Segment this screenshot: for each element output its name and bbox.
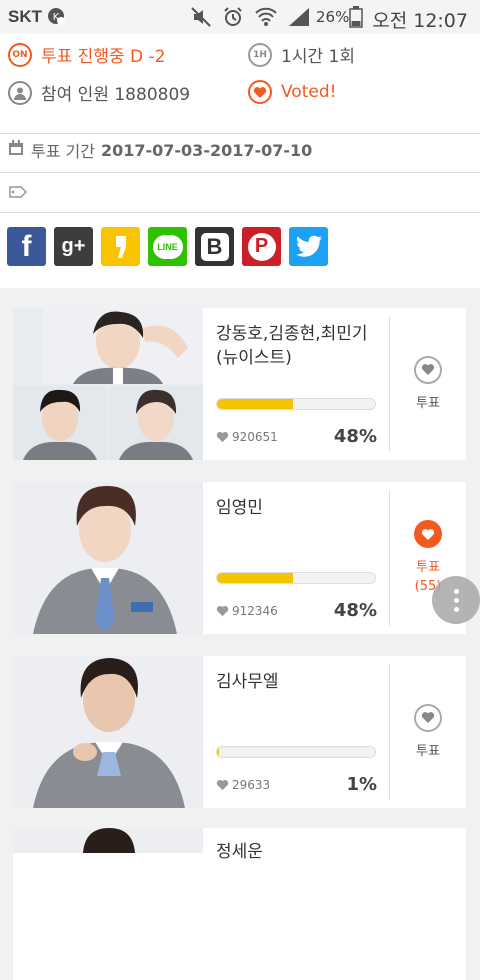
band-icon-label: B (206, 233, 223, 259)
divider (0, 212, 480, 213)
vote-button-label: 투표 (416, 742, 440, 761)
dot-icon (453, 588, 459, 594)
candidate-photo (13, 828, 203, 980)
vote-period-label: 투표 기간 (31, 142, 95, 161)
voted-text: Voted! (281, 82, 337, 102)
notification-icon: K (46, 6, 66, 31)
mute-icon (190, 6, 212, 33)
vote-label: 투표 (416, 560, 440, 575)
on-icon: ON (8, 42, 32, 67)
battery-icon (349, 6, 363, 33)
participant-count: 참여 인원 1880809 (8, 80, 190, 105)
vote-progress-bar (216, 572, 376, 584)
vote-progress-fill (217, 747, 219, 757)
line-icon: LINE (152, 234, 183, 259)
vote-label: 투표 (416, 743, 440, 759)
vote-label: 투표 (416, 395, 440, 411)
vote-period: 투표 기간 2017-07-03-2017-07-10 (8, 138, 312, 162)
vote-count: 920651 (216, 430, 278, 444)
svg-text:K: K (53, 12, 60, 23)
more-options-button[interactable] (432, 576, 480, 624)
candidate-card: 정세운 (13, 828, 466, 980)
divider (0, 172, 480, 173)
vote-count-text: 29633 (232, 778, 271, 792)
candidate-card: 임영민 912346 48% 투표 (55) (13, 482, 466, 634)
candidate-card: 강동호,김종현,최민기(뉴이스트) 920651 48% 투표 (13, 308, 466, 460)
vote-count-text: 912346 (232, 604, 278, 618)
vote-status: ON 투표 진행중 D -2 (8, 42, 165, 67)
candidate-card: 김사무엘 29633 1% 투표 (13, 656, 466, 808)
vote-info-panel: ON 투표 진행중 D -2 1H 1시간 1회 참여 인원 1880809 V… (0, 34, 480, 288)
kakaostory-icon (115, 235, 126, 258)
dot-icon (453, 597, 459, 603)
vote-progress-fill (217, 399, 293, 409)
pinterest-icon: P (247, 232, 276, 261)
pinterest-icon-label: P (254, 235, 269, 257)
band-icon: B (200, 232, 229, 261)
battery-percent: 26% (316, 8, 350, 26)
vote-count-text: 920651 (232, 430, 278, 444)
candidate-name: 강동호,김종현,최민기(뉴이스트) (216, 324, 368, 368)
vote-period-value: 2017-07-03-2017-07-10 (100, 140, 313, 160)
vote-count: 912346 (216, 604, 278, 618)
candidate-name: 정세운 (216, 842, 263, 862)
carrier-label: SKT (8, 7, 42, 26)
google-plus-share-button[interactable]: g+ (54, 227, 93, 266)
alarm-icon (222, 6, 244, 33)
candidate-photo (13, 656, 203, 808)
twitter-share-button[interactable] (289, 227, 328, 266)
vote-limit-text: 1시간 1회 (281, 47, 355, 67)
facebook-share-button[interactable]: f (7, 227, 46, 266)
dot-icon (453, 606, 459, 612)
signal-icon (287, 6, 311, 33)
divider (0, 133, 480, 134)
heart-icon (216, 606, 229, 617)
calendar-icon (8, 140, 24, 160)
candidate-photo (13, 482, 203, 634)
candidate-name: 임영민 (216, 498, 263, 518)
status-bar: SKT K 26% 오전 12:07 (0, 0, 480, 34)
share-buttons: f g+ LINE B P (7, 227, 328, 266)
heart-icon (248, 80, 272, 104)
heart-icon (216, 432, 229, 443)
pinterest-share-button[interactable]: P (242, 227, 281, 266)
vote-percent: 1% (346, 774, 377, 795)
vote-progress-fill (217, 573, 293, 583)
participant-count-text: 참여 인원 1880809 (41, 85, 191, 105)
vote-percent: 48% (333, 600, 377, 621)
vote-button-label: 투표 (416, 394, 440, 413)
vote-button[interactable]: 투표 (390, 308, 466, 460)
person-icon (8, 80, 32, 105)
line-share-button[interactable]: LINE (148, 227, 187, 266)
vote-status-text: 투표 진행중 D -2 (41, 47, 166, 67)
kakaostory-share-button[interactable] (101, 227, 140, 266)
tag-icon (8, 184, 28, 204)
google-plus-icon: g+ (61, 235, 86, 257)
band-share-button[interactable]: B (195, 227, 234, 266)
hour-icon: 1H (248, 42, 272, 67)
twitter-icon (295, 235, 322, 257)
facebook-icon: f (21, 229, 32, 263)
heart-icon (414, 703, 442, 732)
vote-limit: 1H 1시간 1회 (248, 42, 355, 67)
vote-button[interactable]: 투표 (390, 656, 466, 808)
wifi-icon (254, 6, 278, 33)
voted-status: Voted! (248, 80, 336, 104)
vote-percent: 48% (333, 426, 377, 447)
heart-icon (216, 780, 229, 791)
vote-count: 29633 (216, 778, 270, 792)
candidate-name: 김사무엘 (216, 672, 279, 692)
heart-icon (414, 355, 442, 384)
vote-progress-bar (216, 746, 376, 758)
candidate-photo (13, 308, 203, 460)
heart-filled-icon (414, 520, 442, 548)
vote-progress-bar (216, 398, 376, 410)
line-icon-label: LINE (157, 241, 178, 252)
clock: 오전 12:07 (372, 10, 468, 32)
